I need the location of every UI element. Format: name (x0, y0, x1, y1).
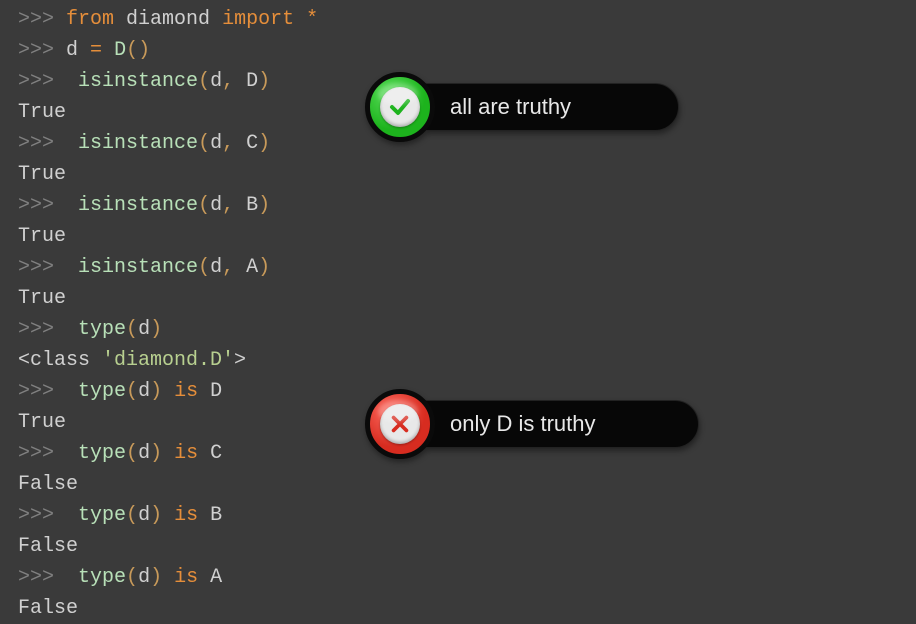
code-line: >>> type(d) (18, 314, 898, 345)
code-line: >>> d = D() (18, 35, 898, 66)
badge-circle (365, 72, 435, 142)
badge-label: all are truthy (399, 83, 679, 131)
code-line: >>> from diamond import * (18, 4, 898, 35)
code-line: False (18, 469, 898, 500)
code-line: True (18, 221, 898, 252)
badge-label: only D is truthy (399, 400, 699, 448)
code-line: >>> isinstance(d, A) (18, 252, 898, 283)
code-line: <class 'diamond.D'> (18, 345, 898, 376)
code-line: >>> isinstance(d, B) (18, 190, 898, 221)
badge-circle (365, 389, 435, 459)
code-line: True (18, 159, 898, 190)
annotation-truthy-all: all are truthy (365, 78, 679, 136)
code-line: False (18, 531, 898, 562)
code-line: False (18, 593, 898, 624)
annotation-truthy-only-d: only D is truthy (365, 395, 699, 453)
check-icon (380, 87, 420, 127)
code-line: >>> type(d) is B (18, 500, 898, 531)
cross-icon (380, 404, 420, 444)
code-line: >>> type(d) is A (18, 562, 898, 593)
code-line: True (18, 283, 898, 314)
